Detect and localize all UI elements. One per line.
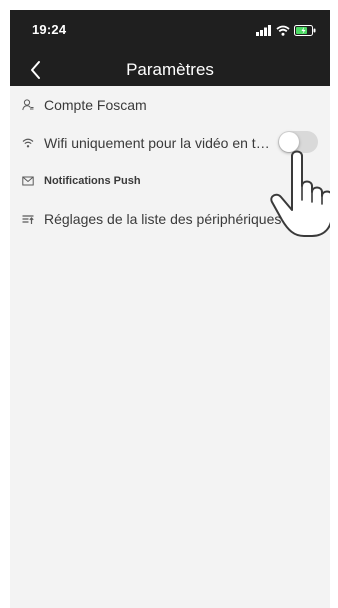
navigation-bar: Paramètres (10, 54, 330, 86)
status-time: 19:24 (32, 22, 67, 37)
list-sort-icon (22, 213, 34, 225)
status-bar: 19:24 (10, 10, 330, 54)
menu-item-label: Réglages de la liste des périphériques (44, 211, 282, 227)
message-icon (22, 175, 34, 187)
pointing-hand-icon (270, 150, 330, 237)
page-title: Paramètres (126, 60, 214, 79)
menu-item-compte-foscam[interactable]: Compte Foscam (10, 86, 330, 124)
menu-item-label: Compte Foscam (44, 97, 147, 113)
menu-item-label: Notifications Push (44, 175, 141, 187)
signal-icon (256, 24, 271, 36)
wifi-icon (276, 25, 290, 36)
menu-item-label: Wifi uniquement pour la vidéo en temps r… (44, 135, 276, 151)
user-icon (22, 99, 34, 111)
status-icons (256, 24, 316, 36)
wifi-icon (22, 137, 34, 149)
app-screen: 19:24 Paramètres Compte Foscam Wifi uniq… (10, 10, 330, 608)
battery-icon (294, 24, 316, 36)
